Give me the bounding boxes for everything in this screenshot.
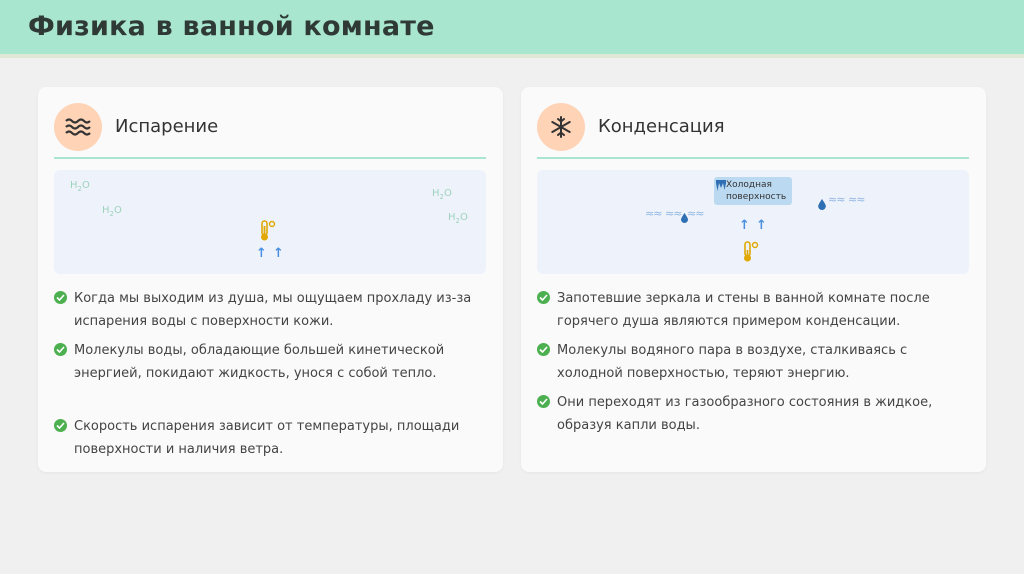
check-icon — [54, 343, 67, 356]
check-icon — [54, 419, 67, 432]
thermometer-icon — [742, 241, 760, 267]
thermometer-icon — [259, 220, 277, 246]
arrow-up-icon: ↑ — [256, 246, 267, 261]
evaporation-header: Испарение — [54, 103, 486, 159]
list-item: Запотевшие зеркала и стены в ванной комн… — [537, 287, 977, 333]
waves-icon — [54, 103, 102, 151]
condensation-points: Запотевшие зеркала и стены в ванной комн… — [537, 287, 977, 437]
vapor-icon: ≈≈ — [645, 207, 662, 220]
arrow-up-icon: ↑ — [739, 218, 750, 233]
icicles-icon — [716, 180, 726, 196]
evaporation-illustration: H2O H2O H2O H2O ↑ ↑ — [54, 170, 486, 274]
vapor-icon: ≈≈ — [687, 207, 704, 220]
arrow-up-icon: ↑ — [756, 218, 767, 233]
check-icon — [537, 343, 550, 356]
page-title: Физика в ванной комнате — [28, 11, 435, 42]
h2o-molecule: H2O — [70, 180, 90, 193]
h2o-molecule: H2O — [432, 188, 452, 201]
list-item: Молекулы водяного пара в воздухе, сталки… — [537, 339, 977, 385]
vapor-icon: ≈≈ — [665, 207, 682, 220]
evaporation-title: Испарение — [115, 116, 219, 137]
snowflake-icon — [537, 103, 585, 151]
condensation-title: Конденсация — [598, 116, 725, 137]
evaporation-points: Когда мы выходим из душа, мы ощущаем про… — [54, 287, 494, 461]
list-item: Скорость испарения зависит от температур… — [54, 415, 494, 461]
list-item: Молекулы воды, обладающие большей кинети… — [54, 339, 494, 385]
evaporation-card: Испарение H2O H2O H2O H2O ↑ ↑ Когда мы в… — [38, 87, 503, 472]
cold-surface-label: Холодная поверхность — [714, 177, 792, 205]
h2o-molecule: H2O — [448, 212, 468, 225]
arrow-up-icon: ↑ — [273, 246, 284, 261]
check-icon — [537, 291, 550, 304]
check-icon — [537, 395, 550, 408]
condensation-illustration: Холодная поверхность ≈≈ ≈≈ ≈≈ ≈≈ ≈≈ ↑ ↑ — [537, 170, 969, 274]
list-item: Они переходят из газообразного состояния… — [537, 391, 977, 437]
header-bar: Физика в ванной комнате — [0, 0, 1024, 58]
vapor-icon: ≈≈ — [828, 193, 845, 206]
check-icon — [54, 291, 67, 304]
condensation-card: Конденсация Холодная поверхность ≈≈ ≈≈ ≈… — [521, 87, 986, 472]
water-drop-icon — [818, 195, 826, 214]
h2o-molecule: H2O — [102, 205, 122, 218]
list-item: Когда мы выходим из душа, мы ощущаем про… — [54, 287, 494, 333]
vapor-icon: ≈≈ — [848, 193, 865, 206]
condensation-header: Конденсация — [537, 103, 969, 159]
